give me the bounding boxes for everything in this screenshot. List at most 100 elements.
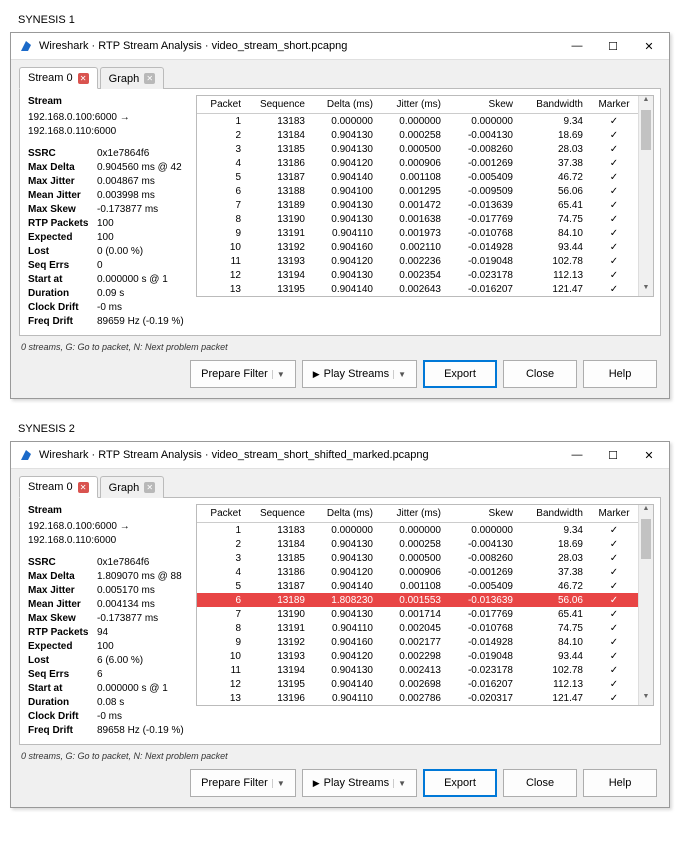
prepare-filter-button[interactable]: Prepare Filter ▼ bbox=[190, 360, 296, 388]
stat-key: Expected bbox=[28, 640, 97, 654]
stat-value: 100 bbox=[97, 217, 187, 231]
minimize-button[interactable]: — bbox=[559, 442, 595, 468]
scroll-down-icon[interactable]: ▼ bbox=[639, 693, 653, 705]
maximize-button[interactable]: ☐ bbox=[595, 442, 631, 468]
vertical-scrollbar[interactable]: ▲ ▼ bbox=[638, 96, 653, 296]
cell: -0.020317 bbox=[445, 691, 517, 705]
close-dialog-button[interactable]: Close bbox=[503, 360, 577, 388]
col-header[interactable]: Sequence bbox=[245, 505, 309, 523]
cell: 13195 bbox=[245, 677, 309, 691]
table-row[interactable]: 7 13190 0.904130 0.001714 -0.017769 65.4… bbox=[197, 607, 639, 621]
table-row[interactable]: 6 13189 1.808230 0.001553 -0.013639 56.0… bbox=[197, 593, 639, 607]
stat-key: RTP Packets bbox=[28, 217, 97, 231]
table-row[interactable]: 3 13185 0.904130 0.000500 -0.008260 28.0… bbox=[197, 551, 639, 565]
col-header[interactable]: Jitter (ms) bbox=[377, 505, 445, 523]
table-row[interactable]: 12 13195 0.904140 0.002698 -0.016207 112… bbox=[197, 677, 639, 691]
table-row[interactable]: 9 13192 0.904160 0.002177 -0.014928 84.1… bbox=[197, 635, 639, 649]
table-row[interactable]: 7 13189 0.904130 0.001472 -0.013639 65.4… bbox=[197, 198, 639, 212]
table-row[interactable]: 11 13194 0.904130 0.002413 -0.023178 102… bbox=[197, 663, 639, 677]
col-header[interactable]: Delta (ms) bbox=[309, 96, 377, 114]
table-row[interactable]: 10 13192 0.904160 0.002110 -0.014928 93.… bbox=[197, 240, 639, 254]
close-icon[interactable]: ✕ bbox=[144, 73, 155, 84]
col-header[interactable]: Skew bbox=[445, 505, 517, 523]
play-streams-button[interactable]: ▶ Play Streams ▼ bbox=[302, 769, 417, 797]
stat-key: Max Delta bbox=[28, 161, 97, 175]
table-row[interactable]: 4 13186 0.904120 0.000906 -0.001269 37.3… bbox=[197, 156, 639, 170]
cell: 0.001714 bbox=[377, 607, 445, 621]
col-header[interactable]: Marker bbox=[587, 505, 639, 523]
cell: 13186 bbox=[245, 156, 309, 170]
col-header[interactable]: Packet bbox=[197, 505, 245, 523]
cell: 0.904120 bbox=[309, 565, 377, 579]
col-header[interactable]: Sequence bbox=[245, 96, 309, 114]
play-streams-button[interactable]: ▶ Play Streams ▼ bbox=[302, 360, 417, 388]
scroll-up-icon[interactable]: ▲ bbox=[639, 96, 653, 108]
table-row[interactable]: 12 13194 0.904130 0.002354 -0.023178 112… bbox=[197, 268, 639, 282]
table-row[interactable]: 2 13184 0.904130 0.000258 -0.004130 18.6… bbox=[197, 537, 639, 551]
col-header[interactable]: Bandwidth bbox=[517, 96, 587, 114]
table-row[interactable]: 10 13193 0.904120 0.002298 -0.019048 93.… bbox=[197, 649, 639, 663]
export-button[interactable]: Export bbox=[423, 769, 497, 797]
col-header[interactable]: Jitter (ms) bbox=[377, 96, 445, 114]
table-row[interactable]: 5 13187 0.904140 0.001108 -0.005409 46.7… bbox=[197, 170, 639, 184]
col-header[interactable]: Bandwidth bbox=[517, 505, 587, 523]
table-row[interactable]: 13 13195 0.904140 0.002643 -0.016207 121… bbox=[197, 282, 639, 296]
cell: -0.014928 bbox=[445, 635, 517, 649]
table-row[interactable]: 3 13185 0.904130 0.000500 -0.008260 28.0… bbox=[197, 142, 639, 156]
table-row[interactable]: 5 13187 0.904140 0.001108 -0.005409 46.7… bbox=[197, 579, 639, 593]
cell: 74.75 bbox=[517, 621, 587, 635]
btn-label: Export bbox=[444, 777, 476, 789]
help-button[interactable]: Help bbox=[583, 360, 657, 388]
col-header[interactable]: Delta (ms) bbox=[309, 505, 377, 523]
table-row[interactable]: 1 13183 0.000000 0.000000 0.000000 9.34 … bbox=[197, 523, 639, 538]
cell: -0.001269 bbox=[445, 156, 517, 170]
cell: 0.000000 bbox=[445, 523, 517, 538]
help-button[interactable]: Help bbox=[583, 769, 657, 797]
stream-dst: 192.168.0.110:6000 bbox=[28, 534, 188, 548]
cell: 102.78 bbox=[517, 254, 587, 268]
maximize-button[interactable]: ☐ bbox=[595, 33, 631, 59]
table-row[interactable]: 13 13196 0.904110 0.002786 -0.020317 121… bbox=[197, 691, 639, 705]
close-icon[interactable]: ✕ bbox=[78, 73, 89, 84]
cell: 0.001108 bbox=[377, 579, 445, 593]
cell: 84.10 bbox=[517, 226, 587, 240]
dropdown-icon[interactable]: ▼ bbox=[272, 779, 285, 788]
close-dialog-button[interactable]: Close bbox=[503, 769, 577, 797]
tab-stream 0[interactable]: Stream 0 ✕ bbox=[19, 67, 98, 89]
vertical-scrollbar[interactable]: ▲ ▼ bbox=[638, 505, 653, 705]
dropdown-icon[interactable]: ▼ bbox=[393, 370, 406, 379]
table-row[interactable]: 11 13193 0.904120 0.002236 -0.019048 102… bbox=[197, 254, 639, 268]
col-header[interactable]: Packet bbox=[197, 96, 245, 114]
cell: 7 bbox=[197, 607, 245, 621]
table-row[interactable]: 4 13186 0.904120 0.000906 -0.001269 37.3… bbox=[197, 565, 639, 579]
table-row[interactable]: 8 13191 0.904110 0.002045 -0.010768 74.7… bbox=[197, 621, 639, 635]
prepare-filter-button[interactable]: Prepare Filter ▼ bbox=[190, 769, 296, 797]
col-header[interactable]: Skew bbox=[445, 96, 517, 114]
close-button[interactable]: ✕ bbox=[631, 442, 667, 468]
dropdown-icon[interactable]: ▼ bbox=[272, 370, 285, 379]
cell: 5 bbox=[197, 579, 245, 593]
cell: 0.002643 bbox=[377, 282, 445, 296]
table-row[interactable]: 9 13191 0.904110 0.001973 -0.010768 84.1… bbox=[197, 226, 639, 240]
table-row[interactable]: 1 13183 0.000000 0.000000 0.000000 9.34 … bbox=[197, 114, 639, 129]
tab-stream 0[interactable]: Stream 0 ✕ bbox=[19, 476, 98, 498]
close-button[interactable]: ✕ bbox=[631, 33, 667, 59]
tab-graph[interactable]: Graph ✕ bbox=[100, 67, 165, 89]
btn-label: Help bbox=[609, 368, 632, 380]
stat-key: Seq Errs bbox=[28, 668, 97, 682]
tab-graph[interactable]: Graph ✕ bbox=[100, 476, 165, 498]
table-row[interactable]: 2 13184 0.904130 0.000258 -0.004130 18.6… bbox=[197, 128, 639, 142]
scroll-thumb[interactable] bbox=[641, 519, 651, 559]
dropdown-icon[interactable]: ▼ bbox=[393, 779, 406, 788]
scroll-down-icon[interactable]: ▼ bbox=[639, 284, 653, 296]
scroll-thumb[interactable] bbox=[641, 110, 651, 150]
col-header[interactable]: Marker bbox=[587, 96, 639, 114]
table-row[interactable]: 8 13190 0.904130 0.001638 -0.017769 74.7… bbox=[197, 212, 639, 226]
scroll-up-icon[interactable]: ▲ bbox=[639, 505, 653, 517]
close-icon[interactable]: ✕ bbox=[144, 482, 155, 493]
table-row[interactable]: 6 13188 0.904100 0.001295 -0.009509 56.0… bbox=[197, 184, 639, 198]
minimize-button[interactable]: — bbox=[559, 33, 595, 59]
cell: 9.34 bbox=[517, 523, 587, 538]
export-button[interactable]: Export bbox=[423, 360, 497, 388]
close-icon[interactable]: ✕ bbox=[78, 482, 89, 493]
